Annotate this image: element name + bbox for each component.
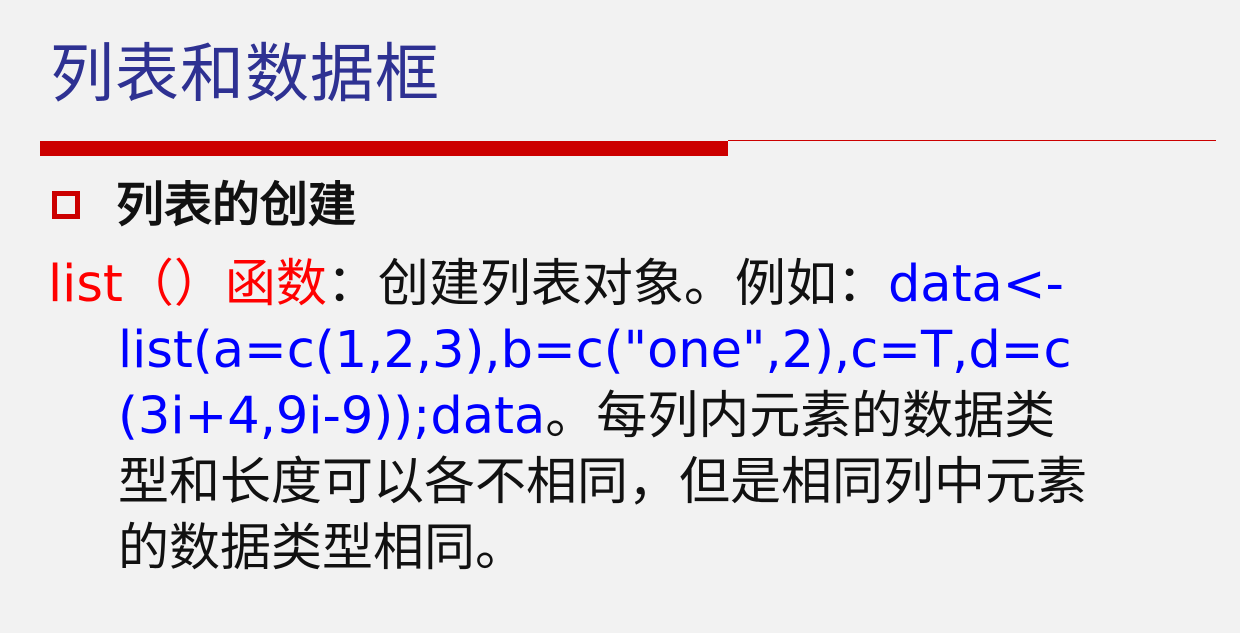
bullet-heading: 列表的创建 xyxy=(52,170,356,240)
body-line-5: 的数据类型相同。 xyxy=(48,516,1198,582)
slide-title: 列表和数据框 xyxy=(50,38,440,112)
square-bullet-icon xyxy=(52,191,80,219)
body-line-4: 型和长度可以各不相同，但是相同列中元素 xyxy=(48,450,1198,516)
body-description: 。每列内元素的数据类 xyxy=(545,387,1056,446)
code-snippet: (3i+4,9i-9));data xyxy=(118,387,546,446)
body-description: 型和长度可以各不相同，但是相同列中元素 xyxy=(118,453,1088,512)
body-paragraph: list（）函数：创建列表对象。例如：data<- list(a=c(1,2,3… xyxy=(48,252,1198,582)
body-description: 的数据类型相同。 xyxy=(118,519,527,578)
code-snippet: data<- xyxy=(887,255,1064,314)
body-line-3: (3i+4,9i-9));data。每列内元素的数据类 xyxy=(48,384,1198,450)
bullet-heading-text: 列表的创建 xyxy=(116,177,357,233)
body-description: ：创建列表对象。例如： xyxy=(326,255,888,314)
title-underline-thin xyxy=(728,140,1216,141)
body-line-1: list（）函数：创建列表对象。例如：data<- xyxy=(48,252,1198,318)
body-line-2: list(a=c(1,2,3),b=c("one",2),c=T,d=c xyxy=(48,318,1198,384)
function-name: list（）函数 xyxy=(48,255,327,314)
title-underline-thick xyxy=(40,141,728,156)
code-snippet: list(a=c(1,2,3),b=c("one",2),c=T,d=c xyxy=(118,321,1072,380)
